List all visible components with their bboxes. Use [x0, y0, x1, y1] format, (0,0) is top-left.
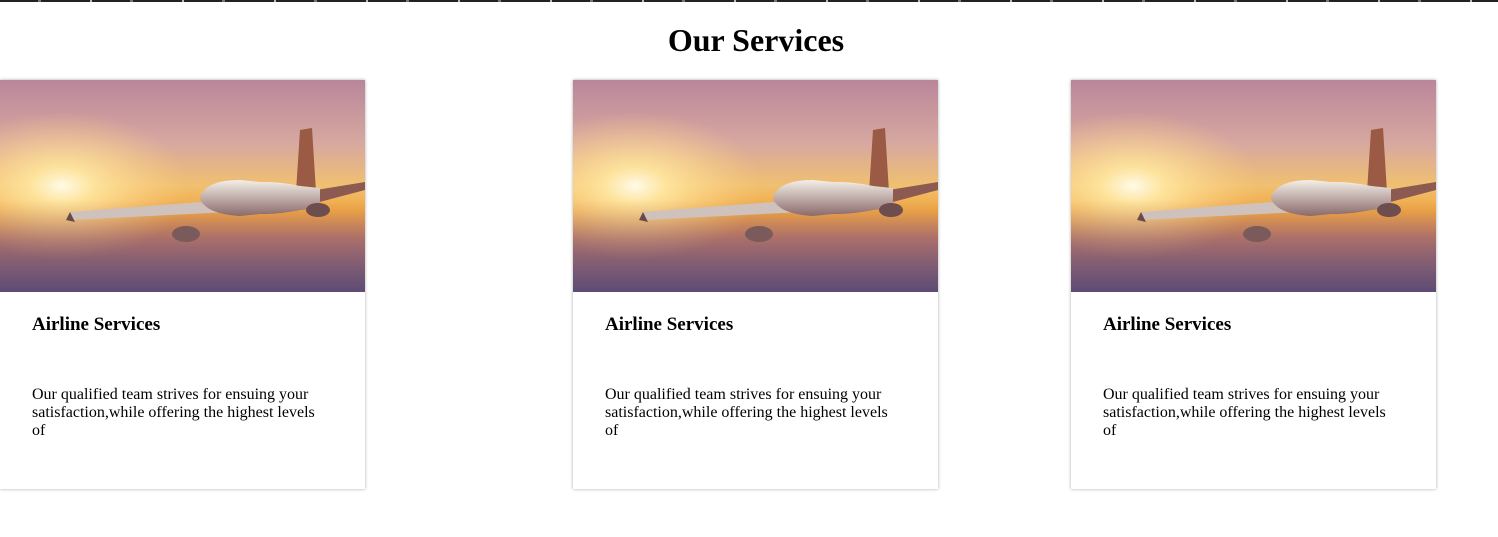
service-title: Airline Services	[1103, 314, 1232, 335]
service-description: Our qualified team strives for ensuing y…	[1103, 386, 1386, 439]
service-title: Airline Services	[32, 314, 161, 335]
service-description: Our qualified team strives for ensuing y…	[605, 386, 888, 439]
top-divider	[0, 0, 1498, 2]
service-card: Airline Services Our qualified team stri…	[0, 80, 365, 489]
service-title: Airline Services	[605, 314, 734, 335]
airplane-sunset-image	[0, 80, 365, 292]
page-title: Our Services	[667, 22, 845, 58]
service-card: Airline Services Our qualified team stri…	[573, 80, 938, 489]
service-card: Airline Services Our qualified team stri…	[1071, 80, 1436, 489]
airplane-sunset-image	[573, 80, 938, 292]
service-description: Our qualified team strives for ensuing y…	[32, 386, 315, 439]
airplane-sunset-image	[1071, 80, 1436, 292]
